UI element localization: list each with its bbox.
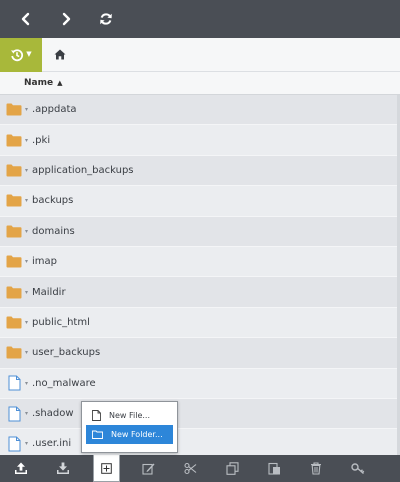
file-name[interactable]: .user.ini	[32, 438, 71, 449]
permissions-button[interactable]	[343, 455, 373, 482]
list-item[interactable]: ▾ .no_malware	[0, 368, 400, 399]
history-button[interactable]: ▼	[0, 37, 42, 72]
row-dropdown-icon[interactable]: ▾	[25, 197, 31, 204]
paste-icon	[267, 462, 280, 475]
list-item[interactable]: ▾ .user.ini	[0, 429, 400, 455]
file-name[interactable]: .no_malware	[32, 378, 96, 389]
bottom-toolbar	[0, 455, 400, 482]
back-button[interactable]	[6, 0, 46, 38]
permissions-icon	[351, 463, 365, 475]
folder-icon	[5, 134, 23, 147]
history-icon	[11, 48, 24, 61]
file-icon	[5, 436, 23, 452]
list-item[interactable]: ▾ domains	[0, 216, 400, 247]
sort-ascending-icon: ▲	[57, 79, 63, 87]
folder-icon	[5, 255, 23, 268]
row-dropdown-icon[interactable]: ▾	[25, 410, 31, 417]
folder-icon	[5, 194, 23, 207]
row-dropdown-icon[interactable]: ▾	[25, 167, 31, 174]
new-item-menu: New File... New Folder...	[81, 401, 178, 453]
copy-button[interactable]	[217, 455, 247, 482]
file-icon	[5, 375, 23, 391]
list-item[interactable]: ▾ .appdata	[0, 95, 400, 126]
list-item[interactable]: ▾ public_html	[0, 307, 400, 339]
file-name[interactable]: .appdata	[32, 104, 77, 115]
top-toolbar	[0, 0, 400, 38]
list-item[interactable]: ▾ user_backups	[0, 338, 400, 369]
row-dropdown-icon[interactable]: ▾	[25, 258, 31, 265]
paste-button[interactable]	[259, 455, 289, 482]
list-header: Name ▲	[0, 72, 400, 95]
new-file-menu-item[interactable]: New File...	[86, 406, 173, 425]
file-name[interactable]: public_html	[32, 317, 90, 328]
chevron-left-icon	[21, 12, 30, 26]
row-dropdown-icon[interactable]: ▾	[25, 349, 31, 356]
menu-connector	[93, 455, 120, 482]
upload-button[interactable]	[6, 455, 36, 482]
row-dropdown-icon[interactable]: ▾	[25, 106, 31, 113]
folder-icon	[5, 164, 23, 177]
delete-button[interactable]	[301, 455, 331, 482]
row-dropdown-icon[interactable]: ▾	[25, 228, 31, 235]
folder-outline-icon	[92, 430, 103, 439]
file-name[interactable]: domains	[32, 226, 75, 237]
file-icon	[92, 410, 101, 421]
file-name[interactable]: backups	[32, 195, 73, 206]
forward-button[interactable]	[46, 0, 86, 38]
download-button[interactable]	[48, 455, 78, 482]
file-name[interactable]: application_backups	[32, 165, 134, 176]
column-header-name[interactable]: Name ▲	[24, 78, 62, 88]
list-item[interactable]: ▾ Maildir	[0, 277, 400, 308]
list-item[interactable]: ▾ imap	[0, 246, 400, 278]
path-bar: ▼	[0, 37, 400, 72]
list-item[interactable]: ▾ application_backups	[0, 155, 400, 187]
chevron-down-icon: ▼	[26, 50, 32, 58]
folder-icon	[5, 346, 23, 359]
folder-icon	[5, 103, 23, 116]
list-item[interactable]: ▾ .shadow	[0, 398, 400, 430]
breadcrumb	[54, 49, 66, 60]
row-dropdown-icon[interactable]: ▾	[25, 380, 31, 387]
menu-item-label: New File...	[109, 411, 151, 420]
file-name[interactable]: .shadow	[32, 408, 74, 419]
folder-icon	[5, 225, 23, 238]
file-manager: ▼ Name ▲ ▾ .appdata ▾ .pki ▾ application_back…	[0, 0, 400, 482]
row-dropdown-icon[interactable]: ▾	[25, 440, 31, 447]
file-name[interactable]: imap	[32, 256, 57, 267]
column-name-label: Name	[24, 78, 54, 88]
file-name[interactable]: .pki	[32, 135, 50, 146]
new-folder-menu-item[interactable]: New Folder...	[86, 425, 173, 444]
folder-icon	[5, 286, 23, 299]
refresh-icon	[100, 13, 112, 25]
download-icon	[57, 462, 69, 474]
chevron-right-icon	[62, 12, 71, 26]
file-icon	[5, 406, 23, 422]
file-list: ▾ .appdata ▾ .pki ▾ application_backups ▾ backu…	[0, 95, 400, 455]
delete-icon	[311, 462, 321, 475]
row-dropdown-icon[interactable]: ▾	[25, 137, 31, 144]
upload-icon	[15, 462, 27, 474]
list-item[interactable]: ▾ .pki	[0, 125, 400, 156]
edit-button[interactable]	[133, 455, 163, 482]
file-name[interactable]: Maildir	[32, 287, 66, 298]
row-dropdown-icon[interactable]: ▾	[25, 319, 31, 326]
cut-button[interactable]	[175, 455, 205, 482]
edit-icon	[141, 463, 154, 475]
row-dropdown-icon[interactable]: ▾	[25, 289, 31, 296]
folder-icon	[5, 316, 23, 329]
file-name[interactable]: user_backups	[32, 347, 100, 358]
menu-item-label: New Folder...	[111, 430, 163, 439]
home-icon[interactable]	[54, 49, 66, 60]
cut-icon	[183, 462, 196, 475]
refresh-button[interactable]	[86, 0, 126, 38]
list-item[interactable]: ▾ backups	[0, 186, 400, 217]
copy-icon	[225, 462, 239, 475]
